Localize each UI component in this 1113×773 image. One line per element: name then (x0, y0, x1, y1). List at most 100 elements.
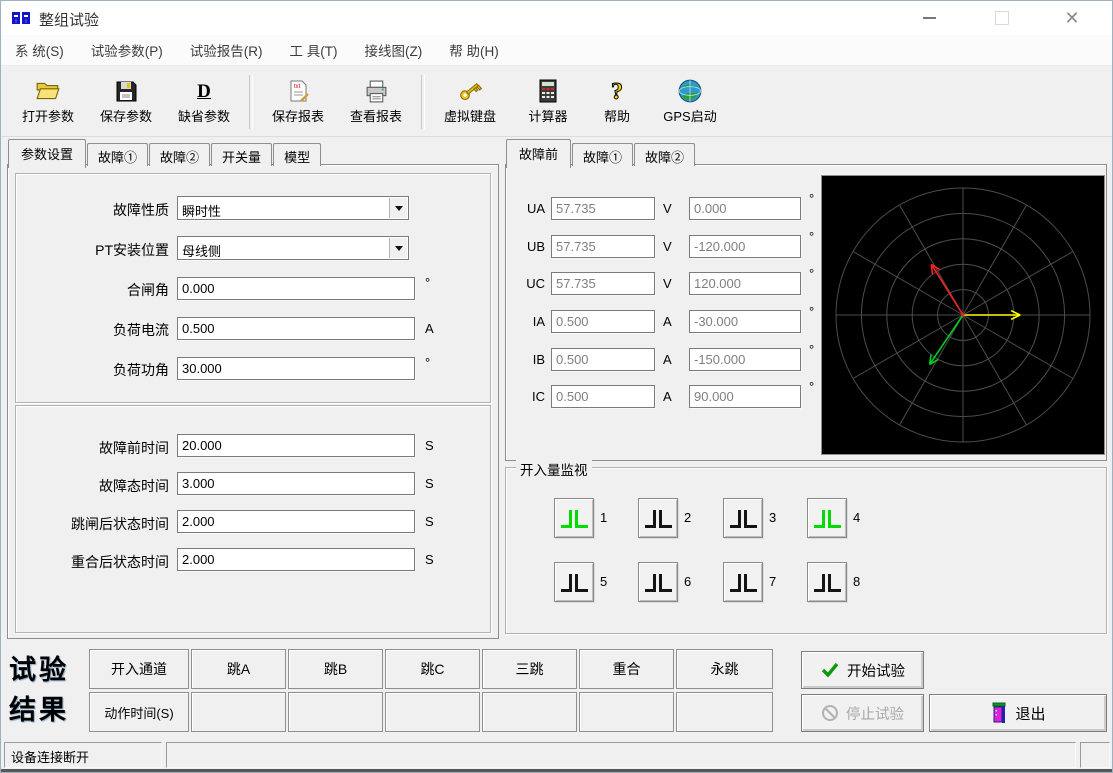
maximize-button[interactable] (979, 1, 1025, 34)
menu-test-params[interactable]: 试验参数(P) (91, 40, 163, 60)
menu-tools[interactable]: 工 具(T) (290, 40, 338, 60)
left-tabstrip: 参数设置 故障① 故障② 开关量 模型 (8, 140, 322, 166)
view-report-button[interactable]: 查看报表 (337, 71, 415, 133)
results-title: 试验 结果 (9, 650, 89, 730)
ic-unit: A (663, 389, 672, 404)
tab-switch-qty[interactable]: 开关量 (211, 143, 272, 166)
fault-time-label: 故障态时间 (19, 476, 169, 496)
tab-fault2-left[interactable]: 故障② (149, 143, 210, 166)
ib-label: IB (517, 352, 545, 367)
binary-input-1[interactable] (554, 498, 594, 538)
binary-input-3[interactable] (723, 498, 763, 538)
status-corner-panel (1080, 742, 1110, 768)
open-params-button[interactable]: 打开参数 (9, 71, 87, 133)
contact-icon (561, 574, 572, 592)
status-message-panel: 设备连接断开 (4, 742, 162, 768)
binary-input-5[interactable] (554, 562, 594, 602)
menu-help[interactable]: 帮 助(H) (449, 40, 499, 60)
binary-input-6[interactable] (638, 562, 678, 602)
ib-magnitude-field: 0.500 (551, 348, 655, 371)
minimize-button[interactable] (906, 1, 952, 34)
col-header-reclose: 重合 (579, 649, 674, 689)
result-cell-trip-b (288, 692, 383, 732)
ua-unit: V (663, 201, 672, 216)
tab-fault2-right[interactable]: 故障② (634, 143, 695, 166)
contact-icon (659, 510, 672, 528)
contact-icon (645, 574, 656, 592)
contact-icon (744, 510, 757, 528)
tab-model[interactable]: 模型 (273, 143, 321, 166)
load-angle-input[interactable]: 30.000 (177, 357, 415, 380)
binary-input-2-number: 2 (684, 510, 691, 525)
contact-icon (575, 574, 588, 592)
tab-prefault[interactable]: 故障前 (506, 139, 571, 168)
save-report-button[interactable]: txt 保存报表 (259, 71, 337, 133)
tab-fault1-right[interactable]: 故障① (572, 143, 633, 166)
exit-button[interactable]: 退出 (929, 694, 1107, 732)
default-params-button[interactable]: D 缺省参数 (165, 71, 243, 133)
tab-fault1-left[interactable]: 故障① (87, 143, 148, 166)
dropdown-button[interactable] (389, 238, 407, 258)
toolbar-separator (421, 75, 425, 129)
toolbar-separator (249, 75, 253, 129)
binary-input-2[interactable] (638, 498, 678, 538)
calculator-button[interactable]: 计算器 (509, 71, 587, 133)
fault-time-input[interactable]: 3.000 (177, 472, 415, 495)
binary-input-7-number: 7 (769, 574, 776, 589)
ua-angle-field: 0.000 (689, 197, 801, 220)
globe-icon (677, 78, 703, 104)
help-button[interactable]: ? 帮助 (587, 71, 647, 133)
phasor-diagram (821, 175, 1105, 455)
menu-wiring-diagram[interactable]: 接线图(Z) (365, 40, 423, 60)
close-button[interactable]: ✕ (1049, 1, 1095, 34)
result-cell-perm-trip (676, 692, 773, 732)
printer-icon (363, 78, 389, 104)
ub-unit: V (663, 239, 672, 254)
menu-system[interactable]: 系 统(S) (15, 40, 64, 60)
tab-param-settings[interactable]: 参数设置 (8, 139, 86, 168)
minimize-icon (923, 17, 936, 19)
svg-text:?: ? (611, 79, 623, 104)
ib-unit: A (663, 352, 672, 367)
binary-input-4[interactable] (807, 498, 847, 538)
ia-label: IA (517, 314, 545, 329)
question-mark-icon: ? (604, 78, 630, 104)
post-reclose-time-input[interactable]: 2.000 (177, 548, 415, 571)
closing-angle-input[interactable]: 0.000 (177, 277, 415, 300)
col-header-perm-trip: 永跳 (676, 649, 773, 689)
start-test-button[interactable]: 开始试验 (801, 651, 924, 689)
ia-angle-field: -30.000 (689, 310, 801, 333)
fault-nature-combo[interactable]: 瞬时性 (177, 196, 409, 220)
ic-angle-unit: ° (809, 379, 814, 394)
post-trip-time-unit: S (425, 514, 434, 529)
binary-input-7[interactable] (723, 562, 763, 602)
ub-angle-field: -120.000 (689, 235, 801, 258)
uc-unit: V (663, 276, 672, 291)
contact-icon (814, 574, 825, 592)
ia-unit: A (663, 314, 672, 329)
binary-input-8[interactable] (807, 562, 847, 602)
ua-label: UA (517, 201, 545, 216)
post-trip-time-input[interactable]: 2.000 (177, 510, 415, 533)
virtual-keyboard-button[interactable]: 虚拟键盘 (431, 71, 509, 133)
contact-icon (575, 510, 588, 528)
phasor-svg (822, 176, 1104, 454)
stop-icon (821, 704, 839, 722)
key-icon (457, 78, 483, 104)
result-cell-reclose (579, 692, 674, 732)
dropdown-button[interactable] (389, 198, 407, 218)
save-params-button[interactable]: 保存参数 (87, 71, 165, 133)
binary-input-8-number: 8 (853, 574, 860, 589)
load-angle-label: 负荷功角 (19, 360, 169, 380)
window-title: 整组试验 (39, 9, 99, 30)
load-current-unit: A (425, 321, 434, 336)
pt-position-combo[interactable]: 母线侧 (177, 236, 409, 260)
load-current-input[interactable]: 0.500 (177, 317, 415, 340)
right-tabstrip: 故障前 故障① 故障② (506, 140, 696, 166)
prefault-time-input[interactable]: 20.000 (177, 434, 415, 457)
default-d-icon: D (191, 78, 217, 104)
fault-nature-label: 故障性质 (19, 200, 169, 220)
uc-angle-unit: ° (809, 266, 814, 281)
gps-start-button[interactable]: GPS启动 (647, 71, 733, 133)
menu-test-report[interactable]: 试验报告(R) (190, 40, 263, 60)
